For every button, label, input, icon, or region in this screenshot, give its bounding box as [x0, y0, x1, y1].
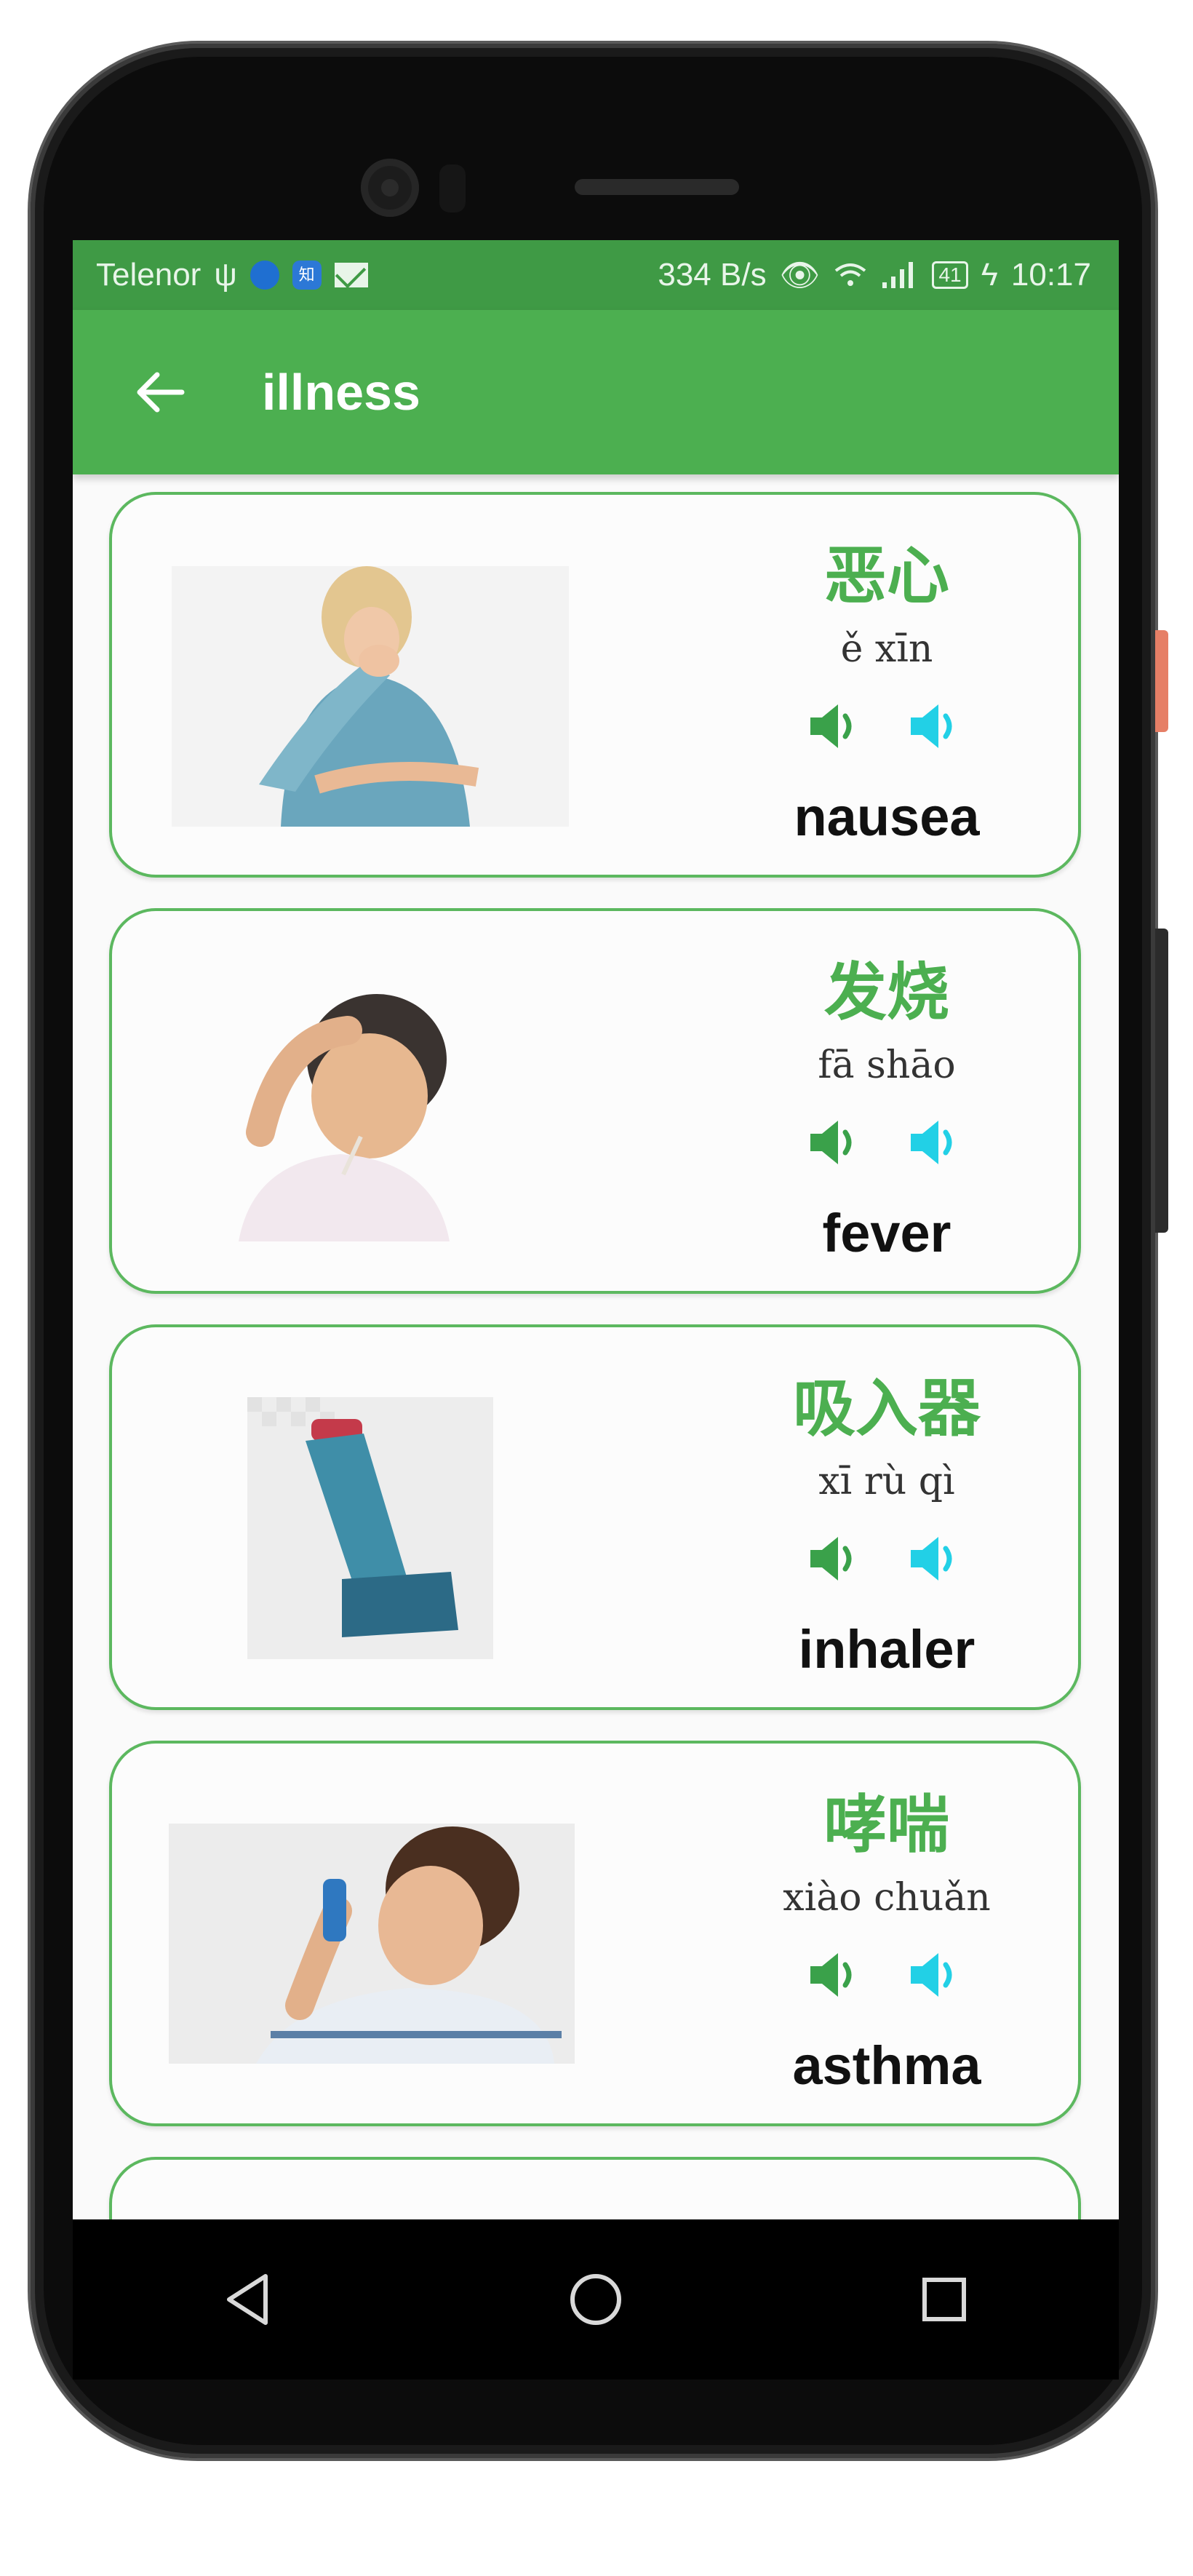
- speaker-slow-icon[interactable]: [908, 1533, 966, 1585]
- signal-icon: [882, 262, 914, 288]
- asthma-image: [169, 1824, 575, 2064]
- vocab-card[interactable]: 发烧 fā shāo fever: [109, 908, 1081, 1294]
- app-bar: illness: [73, 310, 1119, 474]
- card-text: 吸入器 xī rù qì inhaler: [723, 1327, 1050, 1707]
- hanzi-label: 吸入器: [793, 1372, 981, 1445]
- hanzi-label: 发烧: [824, 956, 949, 1029]
- speaker-slow-icon[interactable]: [908, 1949, 966, 2001]
- front-camera-icon: [361, 159, 419, 217]
- fever-image: [195, 987, 500, 1241]
- speaker-normal-icon[interactable]: [807, 1949, 866, 2001]
- pinyin-label: xiào chuǎn: [783, 1876, 991, 1920]
- app-screen: Telenor ψ 知 334 B/s 👁 41 ϟ 10:17 illness…: [73, 240, 1119, 2219]
- nav-home-button[interactable]: [556, 2259, 636, 2340]
- english-label: asthma: [792, 2035, 981, 2096]
- volume-button: [1155, 929, 1168, 1233]
- english-label: inhaler: [798, 1619, 975, 1679]
- battery-icon: 41: [932, 261, 968, 289]
- woman-nauseous-photo: [172, 566, 569, 827]
- shield-icon: [250, 261, 279, 290]
- speaker-slow-icon[interactable]: [908, 700, 966, 752]
- card-text: 发烧 fā shāo fever: [723, 911, 1050, 1291]
- triangle-back-icon: [226, 2274, 268, 2325]
- usb-icon: ψ: [214, 257, 237, 293]
- pinyin-label: ě xīn: [840, 627, 933, 671]
- back-button[interactable]: [116, 349, 204, 436]
- card-text: 恶心 ě xīn nausea: [723, 495, 1050, 875]
- speaker-normal-icon[interactable]: [807, 700, 866, 752]
- speaker-slow-icon[interactable]: [908, 1116, 966, 1169]
- page-title: illness: [262, 364, 420, 421]
- charging-icon: ϟ: [981, 257, 998, 293]
- vocab-card[interactable]: 哮喘 xiào chuǎn asthma: [109, 1741, 1081, 2126]
- hanzi-label: 恶心: [824, 540, 949, 613]
- square-recents-icon: [922, 2278, 967, 2321]
- network-speed: 334 B/s: [658, 257, 767, 293]
- boy-using-inhaler-photo: [169, 1824, 575, 2064]
- carrier-label: Telenor: [96, 257, 202, 293]
- nav-recents-button[interactable]: [904, 2259, 984, 2340]
- boy-with-thermometer-photo: [195, 987, 500, 1241]
- nav-back-button[interactable]: [207, 2259, 287, 2340]
- nausea-image: [172, 566, 569, 827]
- power-button: [1155, 630, 1168, 732]
- mail-icon: [334, 263, 368, 287]
- vocab-card[interactable]: 吸入器 xī rù qì inhaler: [109, 1324, 1081, 1710]
- pinyin-label: fā shāo: [818, 1043, 956, 1087]
- vocab-card[interactable]: [109, 2157, 1081, 2219]
- wifi-icon: [835, 263, 866, 286]
- english-label: nausea: [794, 787, 980, 847]
- speaker-normal-icon[interactable]: [807, 1116, 866, 1169]
- inhaler-photo: [247, 1397, 493, 1659]
- status-bar: Telenor ψ 知 334 B/s 👁 41 ϟ 10:17: [73, 240, 1119, 310]
- vocab-card[interactable]: 恶心 ě xīn nausea: [109, 492, 1081, 878]
- hanzi-label: 哮喘: [824, 1789, 949, 1861]
- clock: 10:17: [1010, 257, 1091, 293]
- system-nav-bar: [73, 2219, 1119, 2380]
- arrow-left-icon: [137, 372, 185, 413]
- app-notification-icon: 知: [292, 261, 322, 290]
- card-text: 哮喘 xiào chuǎn asthma: [723, 1744, 1050, 2123]
- speaker-normal-icon[interactable]: [807, 1533, 866, 1585]
- english-label: fever: [822, 1203, 951, 1263]
- pinyin-label: xī rù qì: [818, 1460, 955, 1503]
- earpiece-speaker: [575, 179, 739, 195]
- sensor-icon: [439, 164, 466, 212]
- circle-home-icon: [570, 2274, 621, 2325]
- inhaler-image: [247, 1397, 493, 1659]
- eye-icon: 👁: [779, 258, 821, 293]
